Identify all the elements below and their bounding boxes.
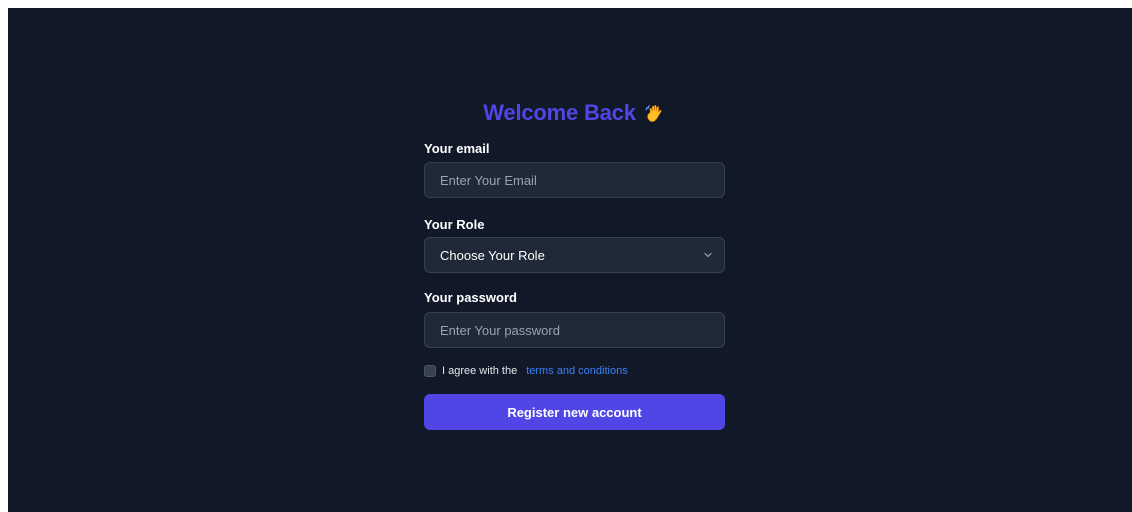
terms-checkbox[interactable] [424,365,436,377]
terms-agreement: I agree with the terms and conditions [424,364,628,378]
chevron-down-icon [704,252,712,258]
login-page: Welcome Back Your email Your Role Choose… [8,8,1132,512]
role-select-value: Choose Your Role [440,247,545,263]
terms-link[interactable]: terms and conditions [526,365,628,377]
waving-hand-icon [645,105,662,122]
role-label: Your Role [424,217,485,232]
title-text: Welcome Back [483,100,636,125]
role-select[interactable]: Choose Your Role [424,237,725,273]
email-label: Your email [424,141,490,156]
email-field[interactable] [424,162,725,198]
password-label: Your password [424,290,517,305]
agree-text: I agree with the [442,365,518,377]
page-title: Welcome Back [424,98,725,128]
register-button[interactable]: Register new account [424,394,725,430]
password-field[interactable] [424,312,725,348]
